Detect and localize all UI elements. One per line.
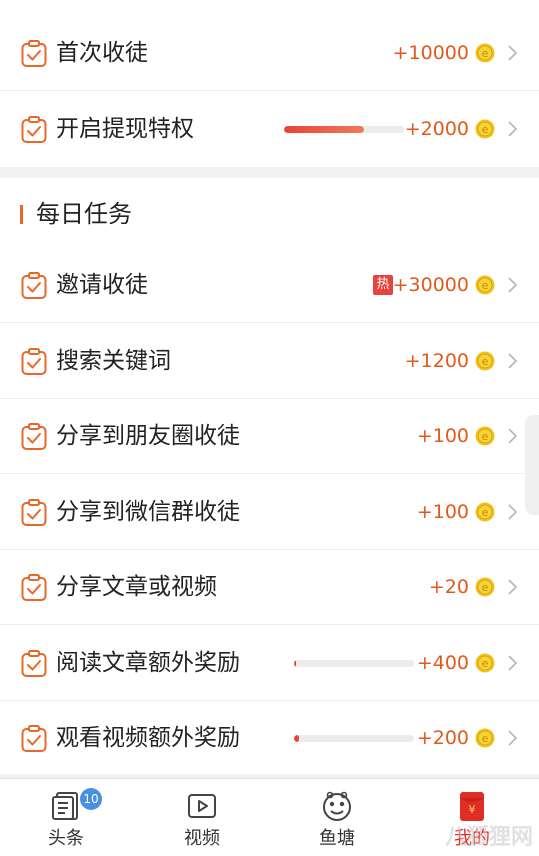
svg-text:e: e: [482, 657, 489, 670]
svg-text:e: e: [482, 279, 489, 292]
task-reward: +10000: [392, 42, 469, 64]
chevron-right-icon: [508, 121, 517, 137]
svg-text:e: e: [482, 506, 489, 519]
gold-coin-icon: e: [475, 275, 495, 295]
task-row-3[interactable]: 分享到微信群收徒 +100 e: [0, 475, 539, 550]
task-label: 观看视频额外奖励: [56, 725, 240, 751]
task-label: 首次收徒: [56, 40, 148, 66]
section-accent-bar: [20, 205, 23, 224]
task-label: 阅读文章额外奖励: [56, 650, 240, 676]
task-row-0[interactable]: 邀请收徒 +30000 e: [0, 248, 539, 323]
bottom-tab-bar: 10 头条 视频 鱼塘 ¥ 我的: [0, 778, 539, 856]
gold-coin-icon: e: [475, 426, 495, 446]
task-label: 搜索关键词: [56, 348, 171, 374]
task-label: 分享到朋友圈收徒: [56, 423, 240, 449]
task-reward: +200: [416, 727, 469, 749]
svg-text:e: e: [482, 123, 489, 136]
tab-mine[interactable]: ¥ 我的: [427, 779, 517, 856]
task-row-1[interactable]: 搜索关键词 +1200 e: [0, 324, 539, 399]
gold-coin-icon: e: [475, 119, 495, 139]
red-envelope-icon: ¥: [460, 792, 484, 821]
pond-icon: [323, 791, 351, 821]
svg-text:e: e: [482, 355, 489, 368]
task-checklist-icon: [21, 650, 47, 677]
task-checklist-icon: [21, 40, 47, 67]
task-reward: +400: [416, 652, 469, 674]
tab-label: 鱼塘: [319, 828, 355, 849]
task-reward: +20: [428, 576, 469, 598]
tab-label: 我的: [454, 828, 490, 849]
tab-label: 头条: [48, 828, 84, 849]
progress-bar: [294, 735, 414, 742]
video-icon: [188, 794, 216, 818]
chevron-right-icon: [508, 277, 517, 293]
task-reward: +2000: [404, 118, 469, 140]
gold-coin-icon: e: [475, 43, 495, 63]
svg-text:e: e: [482, 732, 489, 745]
unread-count-badge: 10: [80, 788, 102, 810]
progress-bar: [284, 126, 404, 133]
task-checklist-icon: [21, 116, 47, 143]
section-title: 每日任务: [36, 200, 132, 228]
gold-coin-icon: e: [475, 351, 495, 371]
tab-label: 视频: [184, 828, 220, 849]
task-checklist-icon: [21, 574, 47, 601]
task-row-6[interactable]: 观看视频额外奖励 +200 e: [0, 701, 539, 776]
task-row-4[interactable]: 分享文章或视频 +20 e: [0, 550, 539, 625]
tab-headlines[interactable]: 10 头条: [21, 779, 111, 856]
task-row-5[interactable]: 阅读文章额外奖励 +400 e: [0, 626, 539, 701]
chevron-right-icon: [508, 655, 517, 671]
side-drawer-handle[interactable]: [525, 415, 539, 515]
chevron-right-icon: [508, 579, 517, 595]
progress-bar: [294, 660, 414, 667]
task-reward: +30000: [392, 274, 469, 296]
chevron-right-icon: [508, 353, 517, 369]
gold-coin-icon: e: [475, 577, 495, 597]
task-label: 分享文章或视频: [56, 574, 217, 600]
chevron-right-icon: [508, 428, 517, 444]
svg-text:e: e: [482, 430, 489, 443]
task-checklist-icon: [21, 499, 47, 526]
gold-coin-icon: e: [475, 653, 495, 673]
chevron-right-icon: [508, 504, 517, 520]
gold-coin-icon: e: [475, 502, 495, 522]
svg-text:e: e: [482, 581, 489, 594]
svg-text:e: e: [482, 47, 489, 60]
task-checklist-icon: [21, 272, 47, 299]
news-icon: [52, 792, 78, 820]
section-divider: [0, 167, 539, 178]
svg-text:¥: ¥: [469, 803, 476, 816]
gold-coin-icon: e: [475, 728, 495, 748]
task-checklist-icon: [21, 725, 47, 752]
task-reward: +1200: [404, 350, 469, 372]
task-checklist-icon: [21, 348, 47, 375]
task-checklist-icon: [21, 423, 47, 450]
hot-badge: 热: [373, 275, 393, 295]
task-label: 开启提现特权: [56, 116, 194, 142]
tab-pond[interactable]: 鱼塘: [292, 779, 382, 856]
task-reward: +100: [416, 425, 469, 447]
task-label: 邀请收徒: [56, 272, 148, 298]
task-row-first-apprentice[interactable]: 首次收徒 +10000 e: [0, 16, 539, 91]
task-reward: +100: [416, 501, 469, 523]
task-row-2[interactable]: 分享到朋友圈收徒 +100 e: [0, 399, 539, 474]
task-row-withdraw-privilege[interactable]: 开启提现特权 +2000 e: [0, 92, 539, 167]
chevron-right-icon: [508, 45, 517, 61]
chevron-right-icon: [508, 730, 517, 746]
task-label: 分享到微信群收徒: [56, 499, 240, 525]
tab-video[interactable]: 视频: [157, 779, 247, 856]
